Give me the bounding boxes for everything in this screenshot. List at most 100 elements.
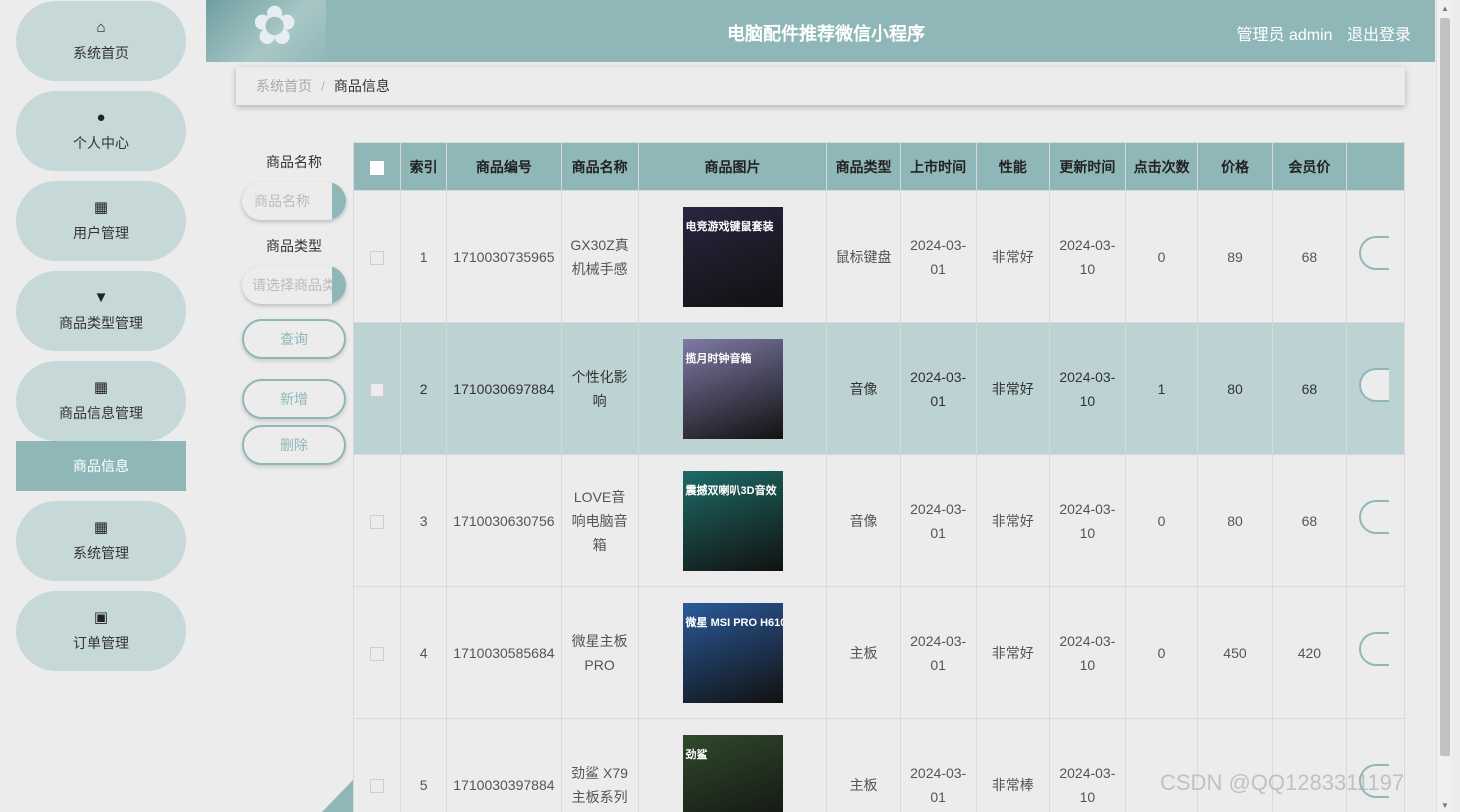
grid-icon: ▦: [93, 518, 109, 536]
updated-date-cell: 2024-03-10: [1048, 190, 1126, 323]
row-action-button[interactable]: [1359, 500, 1390, 534]
type-cell: 音像: [826, 322, 901, 455]
release-date-cell: 2024-03-01: [899, 190, 977, 323]
row-action-button[interactable]: [1359, 368, 1390, 402]
price-cell: 450: [1197, 586, 1273, 719]
row-action-button[interactable]: [1359, 236, 1390, 270]
row-checkbox[interactable]: [370, 778, 385, 793]
table-row[interactable]: 2 1710030697884 个性化影响 揽月时钟音箱 音像 2024-03-01 非常好…: [353, 322, 1405, 455]
row-checkbox[interactable]: [370, 514, 385, 529]
name-search-input[interactable]: 商品名称: [242, 182, 346, 220]
user-label: 管理员 admin: [1236, 27, 1333, 44]
scrollbar-thumb[interactable]: [1440, 18, 1450, 756]
clicks-cell: 0: [1124, 190, 1199, 323]
select-all-checkbox[interactable]: [370, 160, 385, 175]
updated-date-cell: 2024-03-10: [1048, 322, 1126, 455]
column-header: [1346, 142, 1405, 191]
code-cell: 1710030585684: [446, 586, 562, 719]
column-header: 更新时间: [1048, 142, 1126, 191]
table-row[interactable]: 3 1710030630756 LOVE音响电脑音箱 震撼双喇叭3D音效 音像 2024-…: [353, 454, 1405, 587]
name-cell: LOVE音响电脑音箱: [560, 454, 639, 587]
clicks-cell: 1: [1124, 322, 1199, 455]
brush-icon: ▼: [93, 288, 109, 306]
home-icon: ⌂: [96, 18, 106, 36]
name-cell: 个性化影响: [560, 322, 639, 455]
actions-cell: [1346, 454, 1405, 587]
performance-cell: 非常好: [975, 454, 1050, 587]
row-select-cell: [353, 586, 402, 719]
row-action-button[interactable]: [1359, 632, 1390, 666]
breadcrumb-separator: /: [321, 78, 325, 94]
product-image-caption: 微星 MSI PRO H610M-E D4: [685, 616, 783, 629]
sidebar-item-system[interactable]: ▦ 系统管理: [16, 501, 186, 581]
table-row[interactable]: 41710030585684微星主板PRO 微星 MSI PRO H610M-E …: [353, 586, 1405, 719]
scroll-up-icon[interactable]: ▲: [1441, 4, 1449, 13]
member-price-cell: [1271, 718, 1348, 812]
corner-decoration: [322, 780, 353, 812]
column-header: 上市时间: [899, 142, 977, 191]
query-button[interactable]: 查询: [242, 319, 346, 359]
table-row[interactable]: 5 1710030397884 劲鲨 X79主板系列 劲鲨 主板 2024-03-01 非常…: [353, 718, 1405, 812]
sidebar-item-product-types[interactable]: ▼ 商品类型管理: [16, 271, 186, 351]
grid-icon: ▦: [93, 378, 109, 396]
actions-cell: [1346, 586, 1405, 719]
performance-cell: 非常好: [975, 190, 1050, 323]
sidebar-item-home[interactable]: ⌂ 系统首页: [16, 1, 186, 81]
logout-link[interactable]: 退出登录: [1347, 27, 1411, 44]
type-select[interactable]: 请选择商品类型: [242, 266, 346, 304]
row-checkbox[interactable]: [370, 382, 385, 397]
price-cell: [1197, 718, 1273, 812]
product-image[interactable]: 微星 MSI PRO H610M-E D4: [682, 602, 783, 703]
column-header: 性能: [975, 142, 1050, 191]
index-cell: 1: [400, 190, 448, 323]
row-select-cell: [353, 718, 402, 812]
index-cell: 4: [400, 586, 448, 719]
vertical-scrollbar[interactable]: ▲ ▼: [1436, 0, 1452, 812]
sidebar-item-orders[interactable]: ▣ 订单管理: [16, 591, 186, 671]
member-price-cell: 68: [1271, 322, 1348, 455]
product-image[interactable]: 劲鲨: [682, 734, 783, 812]
row-checkbox[interactable]: [370, 646, 385, 661]
sidebar-item-profile[interactable]: ● 个人中心: [16, 91, 186, 171]
table-row[interactable]: 1 1710030735965 GX30Z真机械手感 电竞游戏键鼠套装 鼠标键盘 2024…: [353, 190, 1405, 323]
name-cell: 微星主板PRO: [560, 586, 639, 719]
grid-icon: ▦: [93, 198, 109, 216]
member-price-cell: 68: [1271, 190, 1348, 323]
actions-cell: [1346, 190, 1405, 323]
input-cap: [332, 266, 346, 304]
row-checkbox[interactable]: [370, 250, 385, 265]
sidebar-subitem-product-info[interactable]: 商品信息: [16, 441, 186, 491]
price-cell: 80: [1197, 454, 1273, 587]
column-header: 价格: [1197, 142, 1273, 191]
image-cell: 揽月时钟音箱: [637, 322, 828, 455]
member-price-cell: 68: [1271, 454, 1348, 587]
user-area: 管理员 admin 退出登录: [1237, 21, 1412, 45]
updated-date-cell: 2024-03-10: [1048, 586, 1126, 719]
release-date-cell: 2024-03-01: [899, 454, 977, 587]
scroll-down-icon[interactable]: ▼: [1441, 801, 1449, 810]
sidebar-item-users[interactable]: ▦ 用户管理: [16, 181, 186, 261]
product-image[interactable]: 震撼双喇叭3D音效: [682, 470, 783, 571]
breadcrumb: 系统首页 / 商品信息: [236, 67, 1405, 105]
sidebar-item-product-info[interactable]: ▦ 商品信息管理: [16, 361, 186, 441]
product-image[interactable]: 揽月时钟音箱: [682, 338, 783, 439]
wallet-icon: ▣: [93, 608, 109, 626]
sidebar-item-label: 商品信息管理: [59, 404, 143, 421]
performance-cell: 非常好: [975, 322, 1050, 455]
input-cap: [332, 182, 346, 220]
image-cell: 微星 MSI PRO H610M-E D4: [637, 586, 828, 719]
product-image[interactable]: 电竞游戏键鼠套装: [682, 206, 783, 307]
sidebar-item-label: 系统管理: [73, 544, 129, 561]
breadcrumb-home[interactable]: 系统首页: [256, 76, 312, 96]
performance-cell: 非常棒: [975, 718, 1050, 812]
table-header-row: 索引 商品编号 商品名称 商品图片 商品类型 上市时间 性能 更新时间 点击次数…: [353, 142, 1405, 191]
watermark: CSDN @QQ1283311197: [1160, 770, 1405, 795]
type-cell: 鼠标键盘: [826, 190, 901, 323]
product-image-caption: 揽月时钟音箱: [685, 352, 752, 365]
price-cell: 80: [1197, 322, 1273, 455]
delete-button[interactable]: 删除: [242, 425, 346, 465]
row-select-cell: [353, 322, 402, 455]
type-cell: 主板: [826, 718, 901, 812]
sidebar-item-label: 商品类型管理: [59, 314, 143, 331]
add-button[interactable]: 新增: [242, 379, 346, 419]
